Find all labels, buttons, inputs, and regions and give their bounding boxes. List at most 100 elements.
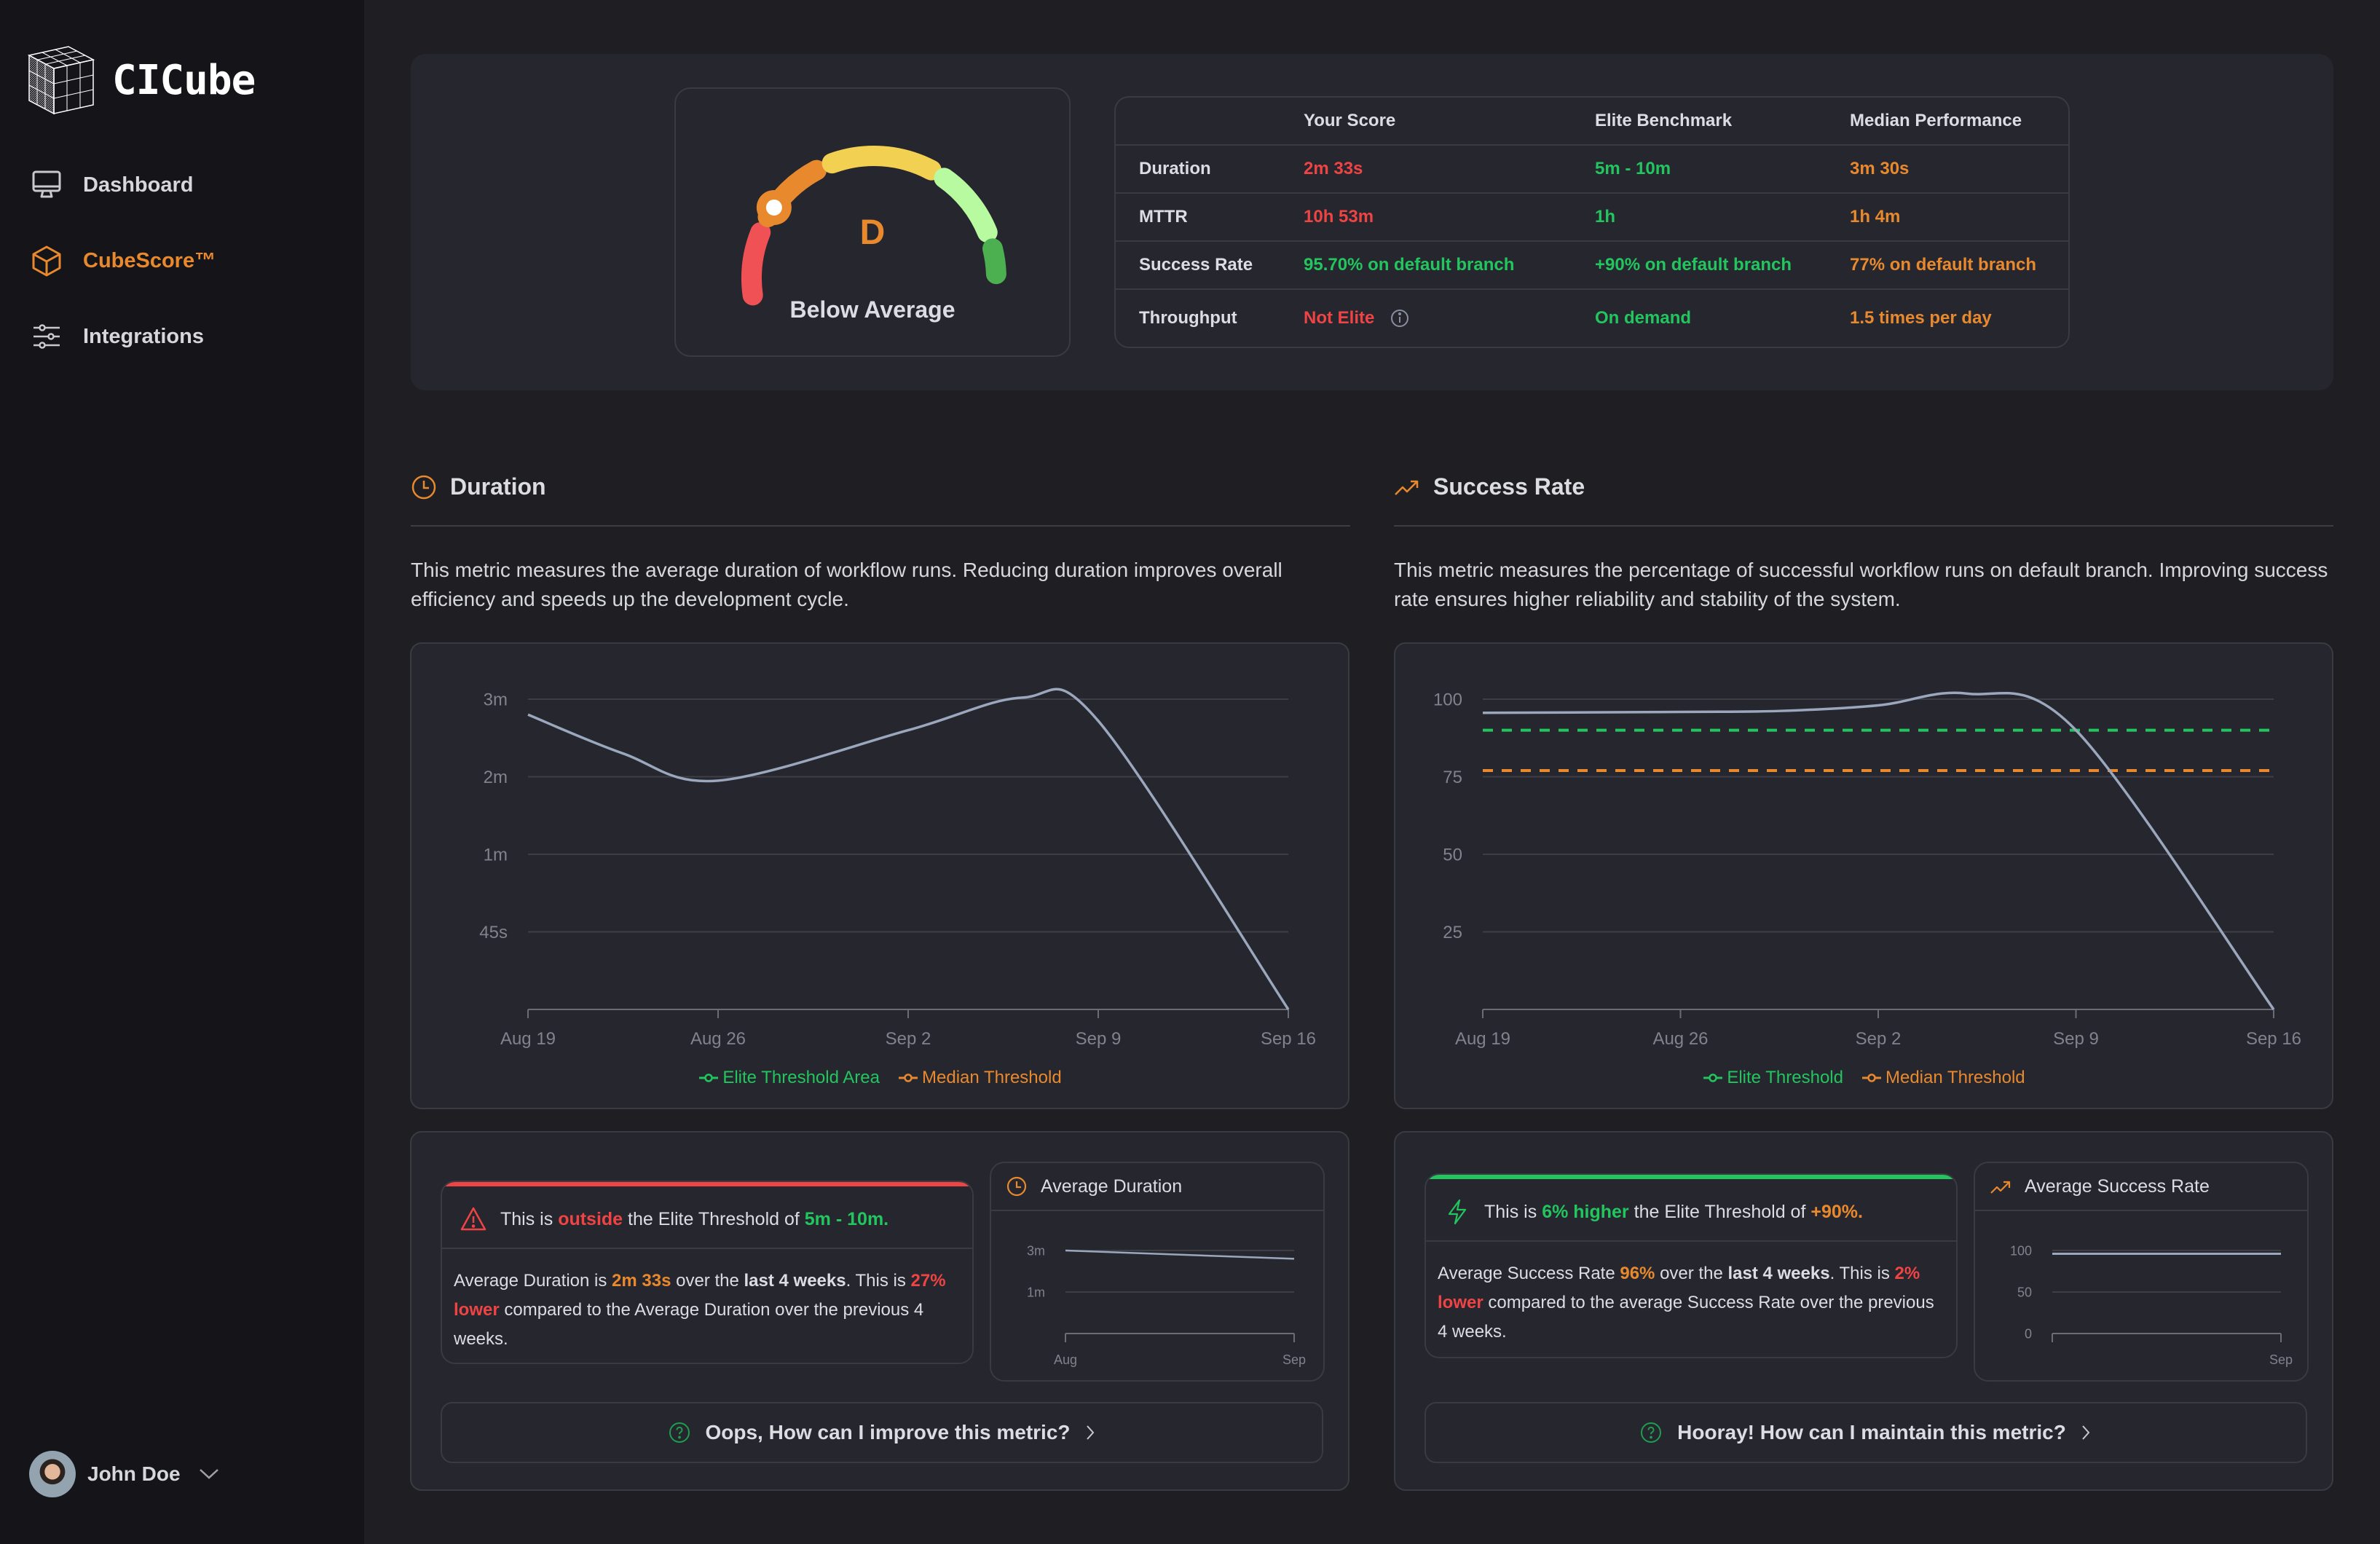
alert-accent-bar: [442, 1182, 972, 1186]
clock-icon: [411, 475, 436, 499]
table-header: Median Performance: [1850, 111, 2022, 130]
average-success-rate-mini-card: Average Success Rate 0 50 100 Sep: [1974, 1162, 2309, 1382]
trending-up-icon: [1990, 1181, 2011, 1194]
table-row: Throughput Not Elite On demand 1.5 times…: [1116, 288, 2068, 347]
alert-header: This is 6% higher the Elite Threshold of…: [1426, 1175, 1956, 1242]
legend-item-median[interactable]: Median Threshold: [897, 1068, 1062, 1088]
series-line: [527, 688, 1290, 1010]
median-performance: 1h 4m: [1850, 207, 1901, 227]
series-line: [1065, 1249, 1295, 1260]
y-tick-label: 1m: [1027, 1285, 1045, 1299]
x-tick-label: Sep 2: [1856, 1029, 1902, 1049]
elite-benchmark: 5m - 10m: [1595, 159, 1671, 178]
metric-name: Duration: [1139, 159, 1211, 178]
success-rate-chart-card: 25 50 75 100 Aug 19 Aug 26 Sep 2 Sep 9 Sep 16 El…: [1394, 642, 2333, 1109]
trending-up-icon: [1395, 480, 1419, 495]
monitor-icon: [32, 170, 61, 198]
score-label: Below Average: [789, 296, 955, 323]
score-grade: D: [859, 213, 886, 252]
table-header: Elite Benchmark: [1595, 111, 1733, 130]
sidebar-item-cubescore[interactable]: CubeScore™: [31, 245, 216, 277]
alert-accent-bar: [1426, 1175, 1956, 1179]
user-menu[interactable]: John Doe: [29, 1451, 220, 1497]
lightning-icon: [1448, 1199, 1467, 1225]
legend-label: Median Threshold: [1885, 1068, 2025, 1087]
duration-description: This metric measures the average duratio…: [411, 559, 1282, 610]
duration-chart: 45s 1m 2m 3m Aug 19 Aug 26 Sep 2 Sep 9 Sep 16: [479, 688, 1316, 1049]
elite-benchmark: +90% on default branch: [1595, 255, 1792, 275]
button-label: Hooray! How can I maintain this metric?: [1677, 1421, 2066, 1443]
y-tick-label: 100: [1433, 690, 1462, 709]
x-tick-label: Sep 16: [1261, 1029, 1316, 1049]
your-score: 2m 33s: [1304, 159, 1363, 178]
chart-legend: Elite Threshold Area Median Threshold: [411, 1068, 1348, 1088]
sidebar-item-integrations[interactable]: Integrations: [31, 320, 204, 352]
table-header: Your Score: [1304, 111, 1396, 130]
sidebar-item-dashboard[interactable]: Dashboard: [31, 169, 193, 201]
cube-logo-icon: [28, 46, 95, 115]
cube-icon: [32, 245, 61, 277]
y-tick-label: 75: [1443, 768, 1462, 787]
user-name: John Doe: [87, 1462, 181, 1485]
y-tick-label: 50: [2017, 1285, 2032, 1299]
maintain-metric-button[interactable]: Hooray! How can I maintain this metric?: [1425, 1402, 2307, 1463]
y-tick-label: 3m: [1027, 1243, 1045, 1258]
duration-insight-card: This is outside the Elite Threshold of 5…: [410, 1131, 1349, 1491]
duration-alert: This is outside the Elite Threshold of 5…: [441, 1181, 974, 1364]
median-performance: 1.5 times per day: [1850, 308, 1992, 328]
x-tick-label: Aug: [1054, 1352, 1077, 1367]
x-tick-label: Sep 16: [2246, 1029, 2301, 1049]
x-tick-label: Aug 26: [1652, 1029, 1708, 1049]
y-tick-label: 25: [1443, 923, 1462, 942]
legend-item-elite[interactable]: Elite Threshold: [1702, 1068, 1843, 1088]
question-circle-icon: [1641, 1422, 1662, 1443]
sidebar-item-label: Integrations: [83, 324, 204, 348]
question-circle-icon: [669, 1422, 690, 1443]
x-tick-label: Aug 19: [1455, 1029, 1510, 1049]
x-tick-label: Sep 9: [2053, 1029, 2099, 1049]
success-rate-insight-card: This is 6% higher the Elite Threshold of…: [1394, 1131, 2333, 1491]
table-header-row: Your Score Elite Benchmark Median Perfor…: [1116, 98, 2068, 144]
x-tick-label: Aug 26: [690, 1029, 746, 1049]
logo[interactable]: CICube: [28, 45, 256, 115]
table-row: Success Rate 95.70% on default branch +9…: [1116, 240, 2068, 288]
score-gauge-card: D Below Average: [674, 87, 1071, 357]
legend-label: Elite Threshold Area: [722, 1068, 880, 1087]
alert-title: This is outside the Elite Threshold of 5…: [500, 1208, 889, 1229]
alert-header: This is outside the Elite Threshold of 5…: [442, 1182, 972, 1249]
legend-marker-icon: [1703, 1074, 1723, 1082]
table-row: MTTR 10h 53m 1h 1h 4m: [1116, 192, 2068, 240]
legend-marker-icon: [699, 1074, 719, 1082]
legend-item-median[interactable]: Median Threshold: [1861, 1068, 2025, 1088]
sliders-icon: [34, 324, 60, 349]
y-tick-label: 1m: [484, 845, 508, 864]
legend-item-elite[interactable]: Elite Threshold Area: [698, 1068, 880, 1088]
score-table: Your Score Elite Benchmark Median Perfor…: [1114, 96, 2070, 348]
legend-label: Median Threshold: [922, 1068, 1062, 1087]
mini-card-header: Average Success Rate: [1975, 1163, 2307, 1211]
success-rate-section-title: Success Rate: [1394, 473, 1585, 500]
legend-marker-icon: [1861, 1074, 1881, 1082]
y-tick-label: 3m: [484, 690, 508, 709]
info-icon[interactable]: [1390, 308, 1410, 328]
median-performance: 3m 30s: [1850, 159, 1910, 178]
median-performance: 77% on default branch: [1850, 255, 2037, 275]
chart-legend: Elite Threshold Median Threshold: [1395, 1068, 2332, 1088]
chevron-right-icon: [2082, 1425, 2090, 1440]
metric-name: MTTR: [1139, 207, 1188, 227]
metric-name: Success Rate: [1139, 255, 1253, 275]
avatar: [29, 1451, 76, 1497]
mini-duration-chart: 1m 3m Aug Sep: [1027, 1243, 1306, 1367]
metric-name: Throughput: [1139, 308, 1237, 328]
chevron-down-icon: [199, 1469, 218, 1479]
improve-metric-button[interactable]: Oops, How can I improve this metric?: [441, 1402, 1323, 1463]
sidebar-item-label: Dashboard: [83, 173, 194, 197]
mini-card-header: Average Duration: [991, 1163, 1323, 1211]
y-tick-label: 100: [2010, 1243, 2032, 1258]
series-line: [1482, 691, 2275, 1011]
alert-body: Average Duration is 2m 33s over the last…: [454, 1271, 946, 1349]
legend-marker-icon: [899, 1074, 918, 1082]
clock-icon: [1006, 1176, 1027, 1197]
y-tick-label: 2m: [484, 768, 508, 787]
app-name: CICube: [112, 56, 256, 104]
